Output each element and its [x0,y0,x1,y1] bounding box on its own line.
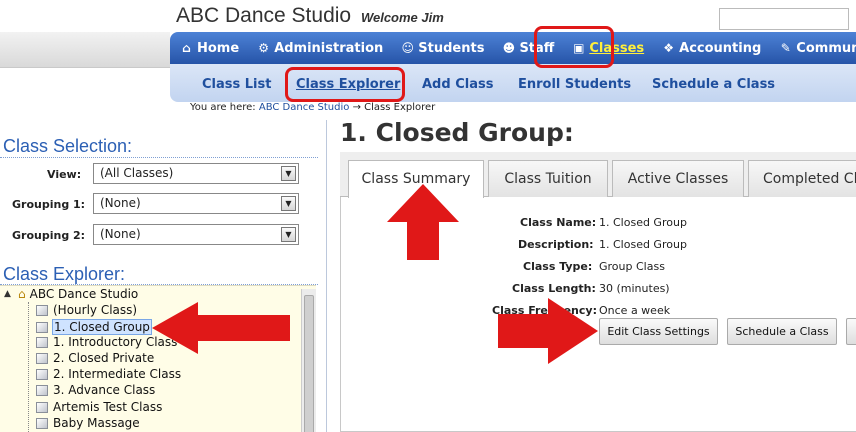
class-type-label: Class Type: [523,260,593,273]
tree-scrollbar[interactable] [301,289,316,432]
communication-icon: ✎ [780,41,791,55]
grouping1-select[interactable]: (None) ▼ [93,193,299,214]
more-button[interactable] [846,318,856,345]
view-select-value: (All Classes) [100,166,174,180]
chevron-down-icon[interactable]: ▼ [281,227,296,242]
tree-item[interactable]: Artemis Test Class [36,400,163,414]
tree-root-label: ABC Dance Studio [29,287,139,301]
home-icon: ⌂ [182,41,191,55]
tree-item-label: Baby Massage [53,416,140,430]
class-type-value: Group Class [599,260,665,273]
tree-item[interactable]: 3. Advance Class [36,383,156,397]
class-selection-title: Class Selection: [3,136,133,156]
nav-accounting[interactable]: ❖ Accounting [662,41,761,56]
grouping2-label: Grouping 2: [12,229,86,242]
class-icon [36,304,48,316]
collapse-icon[interactable]: ▲ [4,289,16,299]
grouping1-select-value: (None) [100,196,141,210]
subnav-enroll-students[interactable]: Enroll Students [518,77,631,92]
nav-communication[interactable]: ✎ Communication [779,41,856,56]
view-select[interactable]: (All Classes) ▼ [93,163,299,184]
tree-item[interactable]: 2. Closed Private [36,351,155,365]
chevron-down-icon[interactable]: ▼ [281,196,296,211]
tab-class-tuition[interactable]: Class Tuition [488,160,608,197]
grouping1-label: Grouping 1: [12,198,86,211]
tree-item-selected[interactable]: 1. Closed Group [36,319,152,335]
main-nav: ⌂ Home ⚙ Administration ☺ Students ☻ Sta… [170,32,856,64]
class-icon [36,417,48,429]
class-icon [36,384,48,396]
tree-item-label: 1. Closed Group [52,319,152,335]
schedule-class-button[interactable]: Schedule a Class [727,318,837,345]
class-name-label: Class Name: [520,216,597,229]
class-icon [36,352,48,364]
subnav-class-list[interactable]: Class List [202,77,271,92]
app-title: ABC Dance Studio Welcome Jim [176,4,444,28]
edit-class-settings-button[interactable]: Edit Class Settings [599,318,718,345]
view-label: View: [47,168,82,181]
subnav-add-class[interactable]: Add Class [422,77,493,92]
breadcrumb-current: Class Explorer [364,102,436,113]
subnav-schedule-class[interactable]: Schedule a Class [652,77,775,92]
grouping2-select-value: (None) [100,227,141,241]
tree-item-label: (Hourly Class) [53,303,138,317]
welcome-text: Welcome Jim [360,10,444,25]
breadcrumb-prefix: You are here: [190,102,256,113]
students-icon: ☺ [401,41,415,55]
class-icon [36,336,48,348]
arrow-left-icon [152,302,290,354]
tree-item[interactable]: (Hourly Class) [36,303,138,317]
header-left-bar [0,32,170,68]
nav-label: Communication [796,40,856,56]
tree-item-label: 2. Closed Private [53,351,155,365]
tree-item-label: Artemis Test Class [53,400,163,414]
class-name-value: 1. Closed Group [599,216,687,229]
nav-administration[interactable]: ⚙ Administration [257,41,383,56]
tree-item-label: 3. Advance Class [53,383,156,397]
header-search-input[interactable] [719,8,849,30]
description-label: Description: [518,238,594,251]
sub-nav: Class List Class Explorer Add Class Enro… [170,64,856,102]
tab-active-classes[interactable]: Active Classes [612,160,744,197]
class-title: 1. Closed Group: [340,118,574,147]
page: ABC Dance Studio Welcome Jim ⌂ Home ⚙ Ad… [0,0,856,432]
class-icon [36,321,48,333]
arrow-up-icon [387,184,459,260]
money-icon: ❖ [663,41,675,55]
nav-label: Students [418,40,485,56]
tree-connector-line [28,302,29,432]
tree-item[interactable]: Baby Massage [36,416,141,430]
arrow-right-icon [498,298,598,364]
nav-label: Administration [274,40,384,56]
class-length-label: Class Length: [512,282,596,295]
section-divider [0,157,318,158]
highlight-classes-nav [534,26,614,68]
description-value: 1. Closed Group [599,238,687,251]
tree-item[interactable]: 2. Intermediate Class [36,367,182,381]
house-icon: ⌂ [18,287,26,301]
highlight-class-explorer [285,67,405,102]
class-icon [36,401,48,413]
breadcrumb-link[interactable]: ABC Dance Studio [259,102,350,113]
nav-students[interactable]: ☺ Students [401,40,485,56]
class-length-value: 30 (minutes) [599,282,670,295]
nav-home[interactable]: ⌂ Home [180,41,239,56]
panel-divider [326,120,327,432]
scrollbar-thumb[interactable] [304,295,314,432]
tree-item-label: 2. Intermediate Class [53,367,182,381]
chevron-down-icon[interactable]: ▼ [281,166,296,181]
class-explorer-title: Class Explorer: [3,264,126,284]
nav-label: Accounting [679,40,762,56]
tree-root[interactable]: ▲ ⌂ ABC Dance Studio [4,287,139,301]
brand-name: ABC Dance Studio [176,4,352,27]
grouping2-select[interactable]: (None) ▼ [93,224,299,245]
breadcrumb: You are here: ABC Dance Studio → Class E… [190,102,435,113]
class-icon [36,368,48,380]
gear-icon: ⚙ [258,41,270,55]
class-frequency-value: Once a week [599,304,671,317]
staff-icon: ☻ [502,41,516,55]
nav-label: Home [197,40,240,56]
breadcrumb-arrow-icon: → [352,102,361,113]
tab-completed-classes[interactable]: Completed Cl [748,160,856,197]
